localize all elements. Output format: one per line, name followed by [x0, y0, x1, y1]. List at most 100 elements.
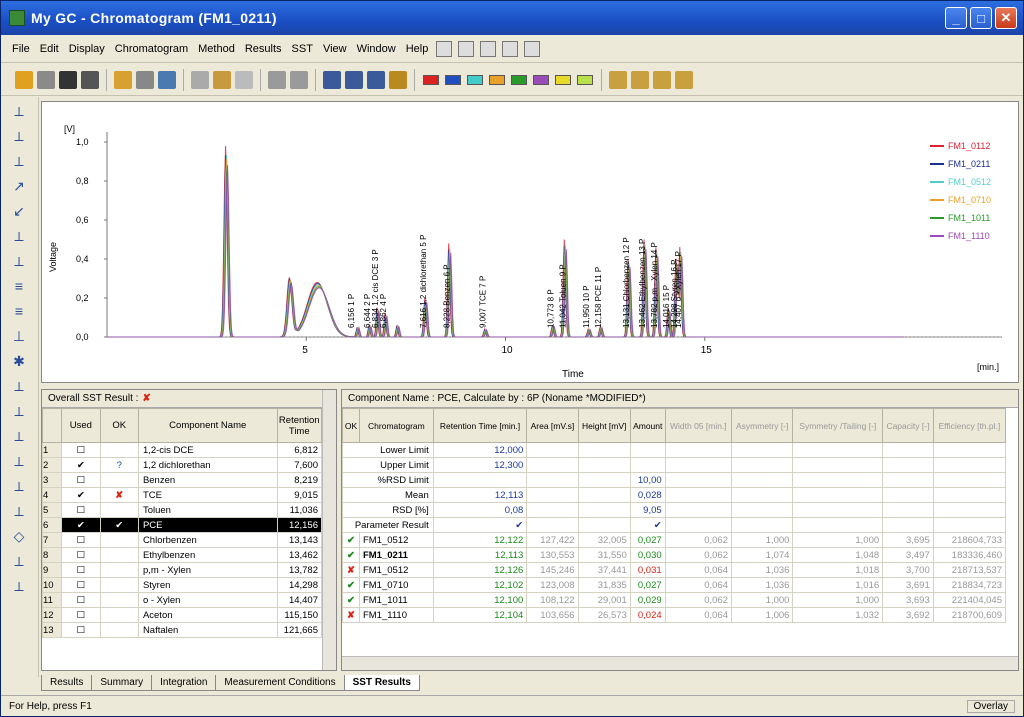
integration-tool-icon-14[interactable]: ⟂ — [8, 425, 30, 447]
chromatogram-row[interactable]: ✘ FM1_0512 12,126 145,246 37,441 0,031 0,064 1,… — [342, 562, 1007, 578]
integration-tool-icon-12[interactable]: ⟂ — [8, 375, 30, 397]
peak-label[interactable]: 8,228 Benzen 6 P — [443, 264, 452, 328]
integration-tool-icon-3[interactable]: ⟂ — [8, 150, 30, 172]
peak-label[interactable]: 10,773 8 P — [546, 289, 555, 328]
color-swatch-5[interactable] — [511, 74, 527, 85]
edit-icon[interactable] — [502, 40, 519, 57]
maximize-button[interactable]: □ — [970, 7, 992, 29]
column-header[interactable]: OK — [99, 408, 139, 443]
peak-label[interactable]: 6,156 1 P — [347, 294, 356, 328]
integration-tool-icon-6[interactable]: ⟂ — [8, 225, 30, 247]
table-row[interactable]: 10 ☐ Styren 14,298 — [42, 577, 323, 593]
paste-icon[interactable] — [235, 70, 253, 89]
tab-integration[interactable]: Integration — [151, 675, 217, 691]
integration-tool-icon-2[interactable]: ⟂ — [8, 125, 30, 147]
tab-results[interactable]: Results — [41, 675, 93, 691]
column-header[interactable]: Height [mV] — [577, 408, 631, 443]
redo-icon[interactable] — [290, 70, 308, 89]
column-header[interactable]: Asymmetry [-] — [730, 408, 794, 443]
grid-icon[interactable] — [631, 70, 649, 89]
peak-icon[interactable] — [609, 70, 627, 89]
peak-label[interactable]: 14,407 o - Xylen 17 P — [674, 251, 683, 328]
integration-tool-icon-8[interactable]: ≡ — [8, 275, 30, 297]
table-row[interactable]: 11 ☐ o - Xylen 14,407 — [42, 592, 323, 608]
grid-icon[interactable] — [436, 40, 453, 57]
column-header[interactable]: Component Name — [137, 408, 278, 443]
chromatogram-chart[interactable]: [V] Voltage 1,0 0,8 0,6 0,4 0,2 0,0 5 10 15 Time [mi… — [42, 102, 1018, 382]
used-checkbox[interactable]: ☐ — [61, 472, 101, 488]
color-swatch-6[interactable] — [533, 74, 549, 85]
chromatogram-row[interactable]: ✔ FM1_0512 12,122 127,422 32,005 0,027 0,062 1,… — [342, 532, 1007, 548]
menu-results[interactable]: Results — [240, 43, 287, 55]
edit-icon[interactable] — [81, 70, 99, 89]
integration-tool-icon-18[interactable]: ◇ — [8, 525, 30, 547]
integration-tool-icon-15[interactable]: ⟂ — [8, 450, 30, 472]
menu-sst[interactable]: SST — [287, 43, 318, 55]
zoom-in-icon[interactable] — [323, 70, 341, 89]
chart-icon[interactable] — [480, 40, 497, 57]
integration-tool-icon-11[interactable]: ✱ — [8, 350, 30, 372]
column-header[interactable]: Chromatogram — [358, 408, 434, 443]
column-header[interactable]: Retention Time — [276, 408, 323, 443]
column-header[interactable]: OK — [342, 408, 360, 443]
table-row[interactable]: 12 ☐ Aceton 115,150 — [42, 607, 323, 623]
copy-icon[interactable] — [213, 70, 231, 89]
used-checkbox[interactable]: ☐ — [61, 562, 101, 578]
peak-label[interactable]: 13,462 Ethylbenzen 13 P — [638, 239, 647, 328]
tab-summary[interactable]: Summary — [91, 675, 153, 691]
integration-tool-icon-4[interactable]: ↗ — [8, 175, 30, 197]
menu-help[interactable]: Help — [401, 43, 434, 55]
chromatogram-row[interactable]: ✔ FM1_1011 12,100 108,122 29,001 0,029 0,062 1,… — [342, 592, 1007, 608]
used-checkbox[interactable]: ☐ — [61, 622, 101, 638]
menu-window[interactable]: Window — [352, 43, 401, 55]
table-row[interactable]: 4 ✔ ✘ TCE 9,015 — [42, 487, 323, 503]
zoom-out-icon[interactable] — [345, 70, 363, 89]
chromatogram-panel[interactable]: [V] Voltage 1,0 0,8 0,6 0,4 0,2 0,0 5 10 15 Time [mi… — [41, 101, 1019, 383]
sst-table[interactable]: OK Chromatogram Retention Time [min.] Area … — [342, 408, 1007, 623]
used-checkbox[interactable]: ☐ — [61, 502, 101, 518]
integration-tool-icon-16[interactable]: ⟂ — [8, 475, 30, 497]
table-row[interactable]: 5 ☐ Toluen 11,036 — [42, 502, 323, 518]
close-button[interactable]: ✕ — [995, 7, 1017, 29]
color-swatch-7[interactable] — [555, 74, 571, 85]
tools-icon[interactable] — [653, 70, 671, 89]
column-header[interactable]: Used — [61, 408, 101, 443]
book-icon[interactable] — [458, 40, 475, 57]
peak-label[interactable]: 11,950 10 P — [582, 285, 591, 328]
used-checkbox[interactable]: ☐ — [61, 547, 101, 563]
integration-tool-icon-7[interactable]: ⟂ — [8, 250, 30, 272]
integration-tool-icon-13[interactable]: ⟂ — [8, 400, 30, 422]
zoom-fit-icon[interactable] — [367, 70, 385, 89]
trace-fm1_1110[interactable] — [107, 164, 904, 338]
table-row[interactable]: 9 ☐ p,m - Xylen 13,782 — [42, 562, 323, 578]
peak-label[interactable]: 11,042 Toluen 9 P — [558, 264, 567, 328]
delete-icon[interactable] — [59, 70, 77, 89]
color-swatch-3[interactable] — [467, 74, 483, 85]
used-checkbox[interactable]: ✔ — [61, 487, 101, 503]
integration-tool-icon-9[interactable]: ≡ — [8, 300, 30, 322]
integration-tool-icon-1[interactable]: ⟂ — [8, 100, 30, 122]
column-header[interactable]: Efficiency [th.pl.] — [932, 408, 1007, 443]
folder-icon[interactable] — [114, 70, 132, 89]
component-table[interactable]: Used OK Component Name Retention Time 1 ☐ 1,2-… — [42, 408, 323, 638]
used-checkbox[interactable]: ☐ — [61, 607, 101, 623]
menu-view[interactable]: View — [318, 43, 352, 55]
open-icon[interactable] — [15, 70, 33, 89]
table-row[interactable]: 1 ☐ 1,2-cis DCE 6,812 — [42, 442, 323, 458]
column-header[interactable]: Amount — [629, 408, 666, 443]
cut-icon[interactable] — [191, 70, 209, 89]
column-header[interactable]: Width 05 [min.] — [664, 408, 733, 443]
integration-tool-icon-20[interactable]: ⟂ — [8, 575, 30, 597]
table-row[interactable]: 2 ✔? 1,2 dichlorethan 7,600 — [42, 457, 323, 473]
used-checkbox[interactable]: ☐ — [61, 577, 101, 593]
color-swatch-8[interactable] — [577, 74, 593, 85]
column-header[interactable]: Symmetry /Tailing [-] — [792, 408, 884, 443]
tab-measurement-conditions[interactable]: Measurement Conditions — [215, 675, 345, 691]
menu-chromatogram[interactable]: Chromatogram — [110, 43, 193, 55]
table-row[interactable]: 8 ☐ Ethylbenzen 13,462 — [42, 547, 323, 563]
used-checkbox[interactable]: ☐ — [61, 532, 101, 548]
horizontal-scrollbar[interactable] — [342, 656, 1018, 670]
menu-method[interactable]: Method — [193, 43, 240, 55]
column-header[interactable]: Area [mV.s] — [526, 408, 579, 443]
vertical-scrollbar[interactable] — [322, 390, 336, 670]
